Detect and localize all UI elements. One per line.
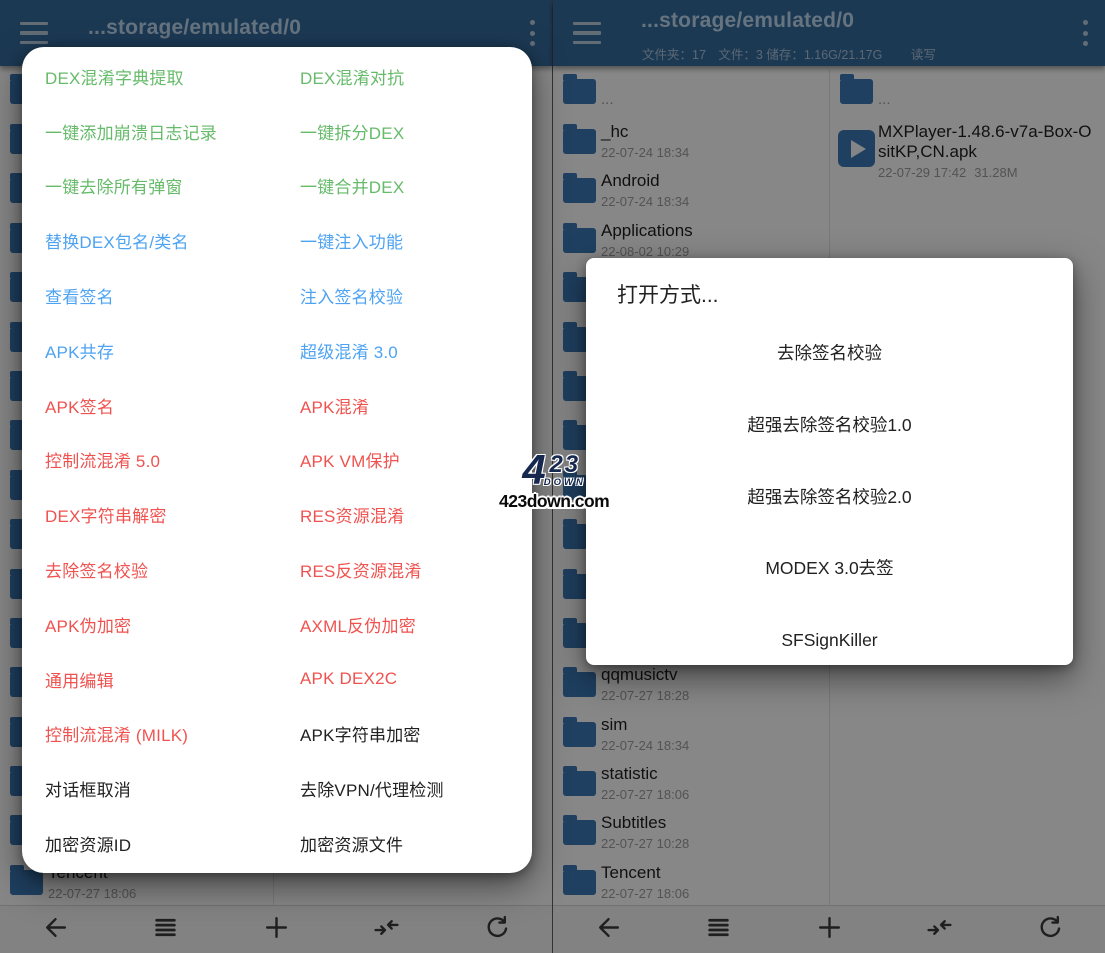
watermark-23: 23 — [549, 453, 580, 477]
menu-item[interactable]: 对话框取消 — [22, 761, 277, 816]
menu-item[interactable]: 通用编辑 — [22, 652, 277, 707]
watermark-site-url: 423down.com — [499, 493, 609, 511]
menu-item[interactable]: 注入签名校验 — [277, 268, 532, 323]
menu-item[interactable]: APK共存 — [22, 323, 277, 378]
menu-item[interactable]: DEX混淆对抗 — [277, 49, 532, 104]
menu-item[interactable]: APK签名 — [22, 378, 277, 433]
menu-item[interactable]: AXML反伪加密 — [277, 597, 532, 652]
open-with-dialog: 打开方式... 去除签名校验超强去除签名校验1.0 超强去除签名校验2.0 MODE… — [586, 258, 1073, 665]
open-with-option[interactable]: 超强去除签名校验2.0 — [586, 473, 1073, 521]
menu-item[interactable]: 去除签名校验 — [22, 542, 277, 597]
menu-item[interactable]: APK字符串加密 — [277, 707, 532, 762]
menu-item[interactable]: 控制流混淆 5.0 — [22, 433, 277, 488]
menu-item[interactable]: 一键拆分DEX — [277, 104, 532, 159]
menu-item[interactable]: APK VM保护 — [277, 433, 532, 488]
menu-item[interactable]: 控制流混淆 (MILK) — [22, 707, 277, 762]
menu-item[interactable]: 替换DEX包名/类名 — [22, 213, 277, 268]
dialog-title: 打开方式... — [617, 276, 719, 316]
menu-item[interactable]: APK DEX2C — [277, 652, 532, 707]
menu-item[interactable]: DEX混淆字典提取 — [22, 49, 277, 104]
composite-screenshot: ...storage/emulated/0 ..._hc22-07-24 18:… — [0, 0, 1105, 953]
menu-item[interactable]: 一键注入功能 — [277, 213, 532, 268]
watermark-down: DOWN — [544, 478, 586, 488]
watermark-big-4: 4 — [522, 449, 543, 491]
menu-item[interactable]: 加密资源ID — [22, 816, 277, 871]
open-with-option[interactable]: MODEX 3.0去签 — [586, 544, 1073, 592]
menu-item[interactable]: 一键合并DEX — [277, 159, 532, 214]
apk-tools-menu-dialog: DEX混淆字典提取DEX混淆对抗一键添加崩溃日志记录一键拆分DEX一键去除所有弹… — [22, 47, 532, 873]
open-with-option[interactable]: SFSignKiller — [586, 616, 1073, 664]
menu-item[interactable]: APK伪加密 — [22, 597, 277, 652]
menu-item[interactable]: 加密资源文件 — [277, 816, 532, 871]
menu-item[interactable]: APK混淆 — [277, 378, 532, 433]
open-with-option[interactable]: 超强去除签名校验1.0 — [586, 401, 1073, 449]
menu-item[interactable]: RES反资源混淆 — [277, 542, 532, 597]
menu-item[interactable]: 超级混淆 3.0 — [277, 323, 532, 378]
menu-item[interactable]: 去除VPN/代理检测 — [277, 761, 532, 816]
menu-item[interactable]: DEX字符串解密 — [22, 487, 277, 542]
open-with-option[interactable]: 去除签名校验 — [586, 329, 1073, 377]
menu-item[interactable]: 查看签名 — [22, 268, 277, 323]
menu-item[interactable]: 一键添加崩溃日志记录 — [22, 104, 277, 159]
menu-item[interactable]: RES资源混淆 — [277, 487, 532, 542]
menu-item[interactable]: 一键去除所有弹窗 — [22, 159, 277, 214]
watermark-logo: 4 23 DOWN 423down.com — [499, 449, 609, 511]
